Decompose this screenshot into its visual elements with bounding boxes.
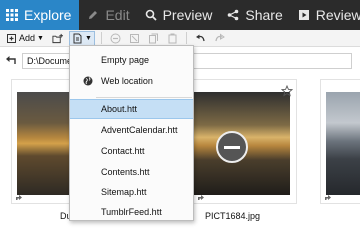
star-icon[interactable]: [280, 84, 294, 97]
tab-edit-label: Edit: [105, 7, 130, 23]
copy-icon: [148, 33, 159, 44]
tab-preview[interactable]: Preview: [137, 0, 220, 30]
tab-explore-label: Explore: [24, 7, 72, 23]
menu-item-label: AdventCalendar.htt: [101, 125, 178, 135]
ribbon-tabs: Explore Edit Preview Share Review: [0, 0, 360, 30]
menu-item-empty-page[interactable]: Empty page: [70, 50, 193, 70]
new-folder-button[interactable]: [50, 31, 65, 46]
menu-item-tumblrfeed[interactable]: TumblrFeed.htt: [70, 202, 193, 222]
menu-item-label: Contact.htt: [101, 146, 145, 156]
menu-item-sitemap[interactable]: Sitemap.htt: [70, 182, 193, 202]
add-button[interactable]: Add ▼: [4, 31, 46, 46]
share-icon: [226, 8, 240, 22]
shortcut-arrow-icon: [15, 192, 23, 200]
template-page-icon: [72, 33, 83, 44]
file-card[interactable]: [11, 79, 75, 204]
menu-item-label: TumblrFeed.htt: [101, 207, 162, 217]
up-folder-icon[interactable]: [5, 54, 17, 66]
tab-explore[interactable]: Explore: [0, 0, 80, 30]
add-page-icon: [6, 33, 17, 44]
tab-share[interactable]: Share: [219, 0, 289, 30]
remove-icon[interactable]: [216, 131, 248, 163]
thumbnail-image: [326, 92, 360, 195]
cut-icon: [129, 33, 140, 44]
new-folder-icon: [52, 33, 63, 44]
menu-item-label: Web location: [101, 76, 153, 86]
redo-icon: [214, 33, 225, 44]
undo-button[interactable]: [193, 31, 208, 46]
copy-button[interactable]: [146, 31, 161, 46]
chevron-down-icon: ▼: [37, 34, 44, 42]
menu-divider: [96, 97, 192, 98]
tab-review[interactable]: Review: [290, 0, 360, 30]
play-icon: [297, 8, 311, 22]
menu-item-label: Contents.htt: [101, 167, 150, 177]
file-name: PICT1684.jpg: [205, 211, 261, 221]
grid-icon: [5, 8, 19, 22]
cut-button[interactable]: [127, 31, 142, 46]
toolbar-divider: [100, 32, 102, 44]
chevron-down-icon: ▼: [84, 34, 92, 42]
menu-item-adventcalendar[interactable]: AdventCalendar.htt: [70, 120, 193, 140]
undo-icon: [195, 33, 206, 44]
menu-item-label: Empty page: [101, 55, 150, 65]
add-template-menu: Empty page Web location About.htt Advent…: [69, 45, 194, 221]
add-template-button[interactable]: ▼: [68, 30, 95, 46]
tab-edit[interactable]: Edit: [79, 0, 136, 30]
menu-item-contents[interactable]: Contents.htt: [70, 162, 193, 182]
remove-icon: [110, 33, 121, 44]
add-button-label: Add: [19, 33, 36, 43]
tab-review-label: Review: [315, 7, 360, 23]
file-card[interactable]: [193, 79, 297, 204]
paste-icon: [167, 33, 178, 44]
tab-share-label: Share: [245, 7, 283, 23]
shortcut-arrow-icon: [324, 192, 332, 200]
menu-item-label: About.htt: [101, 104, 138, 114]
redo-button[interactable]: [212, 31, 227, 46]
toolbar-divider: [185, 32, 187, 44]
remove-button[interactable]: [108, 31, 123, 46]
thumbnail-image: [17, 92, 69, 195]
tab-preview-label: Preview: [162, 7, 213, 23]
pencil-icon: [86, 8, 100, 22]
menu-item-contact[interactable]: Contact.htt: [70, 141, 193, 161]
menu-item-web-location[interactable]: Web location: [70, 71, 193, 91]
paste-button[interactable]: [165, 31, 180, 46]
magnifier-icon: [144, 8, 158, 22]
menu-item-label: Sitemap.htt: [101, 187, 147, 197]
shortcut-arrow-icon: [197, 192, 205, 200]
menu-item-about[interactable]: About.htt: [70, 99, 193, 119]
file-card[interactable]: [320, 79, 360, 204]
globe-icon: [83, 76, 93, 86]
